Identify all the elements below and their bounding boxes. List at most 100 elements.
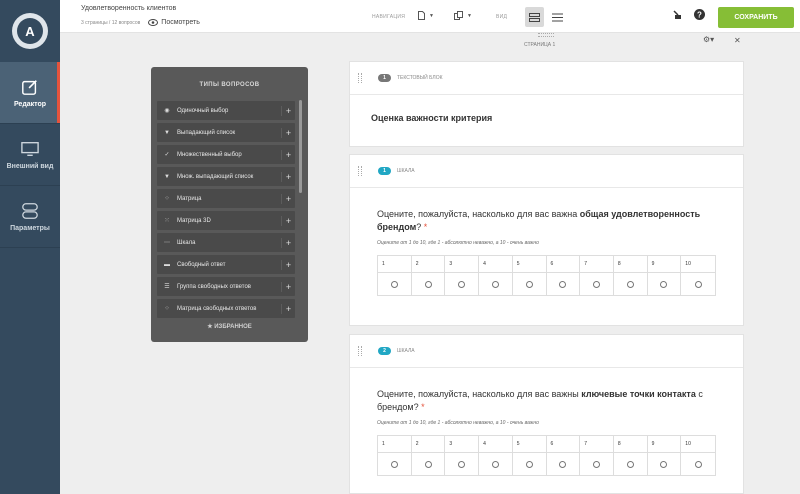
text-block-card[interactable]: 1 ТЕКСТОВЫЙ БЛОК Оценка важности критери… — [349, 61, 744, 147]
add-icon[interactable]: + — [281, 171, 295, 182]
radio-button[interactable] — [626, 280, 634, 288]
radio-button[interactable] — [458, 460, 466, 468]
save-button[interactable]: СОХРАНИТЬ — [718, 7, 794, 28]
radio-button[interactable] — [424, 280, 432, 288]
add-icon[interactable]: + — [281, 215, 295, 226]
scale-label: 2 — [411, 256, 446, 273]
question-text-pre: Оцените, пожалуйста, насколько для вас в… — [377, 389, 582, 399]
scale-option[interactable] — [513, 273, 547, 295]
radio-button[interactable] — [593, 460, 601, 468]
radio-button[interactable] — [525, 280, 533, 288]
radio-button[interactable] — [626, 460, 634, 468]
radio-button[interactable] — [390, 280, 398, 288]
block-type-label: ТЕКСТОВЫЙ БЛОК — [397, 75, 443, 81]
scale-label: 8 — [613, 256, 648, 273]
scale-option[interactable] — [614, 453, 648, 475]
preview-label: Посмотреть — [161, 19, 200, 26]
add-icon[interactable]: + — [281, 193, 295, 204]
drag-handle[interactable] — [358, 166, 362, 176]
radio-button[interactable] — [491, 280, 499, 288]
favorites-button[interactable]: ★ ИЗБРАННОЕ — [151, 323, 308, 330]
dropdown-icon: ▼ — [164, 129, 170, 136]
question-type-item[interactable]: ⁘ Матрица + — [157, 189, 295, 208]
panel-scrollbar[interactable] — [299, 100, 302, 193]
scale-option[interactable] — [513, 453, 547, 475]
scale-option[interactable] — [681, 273, 715, 295]
scale-option[interactable] — [614, 273, 648, 295]
radio-button[interactable] — [424, 460, 432, 468]
question-type-item[interactable]: ⁘ Матрица свободных ответов + — [157, 299, 295, 318]
radio-button[interactable] — [458, 280, 466, 288]
question-type-item[interactable]: ▼ Множ. выпадающий список + — [157, 167, 295, 186]
drag-handle[interactable] — [358, 346, 362, 356]
help-button[interactable]: ? — [694, 9, 705, 20]
navigation-label: НАВИГАЦИЯ — [372, 14, 406, 20]
chevron-down-icon: ▼ — [467, 12, 472, 19]
drag-handle[interactable] — [358, 73, 362, 83]
scale-label: 6 — [546, 256, 581, 273]
preview-button[interactable]: Посмотреть — [148, 19, 200, 26]
radio-button[interactable] — [660, 460, 668, 468]
scale-option[interactable] — [648, 273, 682, 295]
radio-button[interactable] — [694, 280, 702, 288]
radio-button[interactable] — [694, 460, 702, 468]
view-compact-button[interactable] — [525, 7, 544, 27]
scale-option[interactable] — [378, 453, 412, 475]
question-type-label: Одиночный выбор — [177, 107, 229, 114]
add-icon[interactable]: + — [281, 281, 295, 292]
radio-button[interactable] — [593, 280, 601, 288]
scale-option[interactable] — [580, 273, 614, 295]
scale-option[interactable] — [412, 273, 446, 295]
scale-option[interactable] — [547, 273, 581, 295]
scale-question-card[interactable]: 2 ШКАЛА Оцените, пожалуйста, насколько д… — [349, 334, 744, 494]
rail-item-settings[interactable]: Параметры — [0, 186, 60, 248]
radio-button[interactable] — [525, 460, 533, 468]
scale-option[interactable] — [479, 453, 513, 475]
scale-option[interactable] — [412, 453, 446, 475]
scale-option[interactable] — [648, 453, 682, 475]
question-types-list: ◉ Одиночный выбор + ▼ Выпадающий список + ✓ М… — [157, 101, 295, 321]
radio-button[interactable] — [559, 460, 567, 468]
question-type-item[interactable]: ☰ Группа свободных ответов + — [157, 277, 295, 296]
add-icon[interactable]: + — [281, 105, 295, 116]
question-type-item[interactable]: ✓ Множественный выбор + — [157, 145, 295, 164]
radio-button[interactable] — [491, 460, 499, 468]
page-menu-button[interactable]: ▼ — [418, 11, 434, 20]
add-icon[interactable]: + — [281, 127, 295, 138]
question-type-item[interactable]: ▼ Выпадающий список + — [157, 123, 295, 142]
scale-option[interactable] — [547, 453, 581, 475]
close-icon[interactable]: ✕ — [734, 36, 741, 45]
rail-item-editor[interactable]: Редактор — [0, 62, 60, 124]
scale-option[interactable] — [580, 453, 614, 475]
copy-menu-button[interactable]: ▼ — [454, 11, 472, 20]
copy-icon — [454, 11, 463, 20]
scale-option[interactable] — [445, 273, 480, 295]
scale-label: 10 — [681, 436, 715, 453]
add-icon[interactable]: + — [281, 259, 295, 270]
brush-button[interactable] — [672, 9, 683, 20]
add-icon[interactable]: + — [281, 149, 295, 160]
scale-label: 8 — [613, 436, 648, 453]
toggles-icon — [22, 202, 38, 219]
scale-question-card[interactable]: 1 ШКАЛА Оцените, пожалуйста, насколько д… — [349, 154, 744, 326]
add-icon[interactable]: + — [281, 303, 295, 314]
question-type-item[interactable]: ▬ Свободный ответ + — [157, 255, 295, 274]
radio-button[interactable] — [390, 460, 398, 468]
page-icon — [418, 11, 425, 20]
matrix-icon: ⁘ — [164, 196, 170, 202]
question-type-item[interactable]: ⁙ Матрица 3D + — [157, 211, 295, 230]
page-drag-handle[interactable] — [538, 33, 554, 37]
add-icon[interactable]: + — [281, 237, 295, 248]
radio-button[interactable] — [660, 280, 668, 288]
scale-option[interactable] — [378, 273, 412, 295]
scale-option[interactable] — [681, 453, 715, 475]
question-type-item[interactable]: ⋯ Шкала + — [157, 233, 295, 252]
gear-icon[interactable]: ⚙▾ — [703, 35, 714, 44]
survey-title: Удовлетворенность клиентов — [81, 5, 177, 12]
scale-option[interactable] — [479, 273, 513, 295]
scale-option[interactable] — [445, 453, 480, 475]
radio-button[interactable] — [559, 280, 567, 288]
question-type-item[interactable]: ◉ Одиночный выбор + — [157, 101, 295, 120]
rail-item-appearance[interactable]: Внешний вид — [0, 124, 60, 186]
view-full-button[interactable] — [548, 7, 567, 27]
